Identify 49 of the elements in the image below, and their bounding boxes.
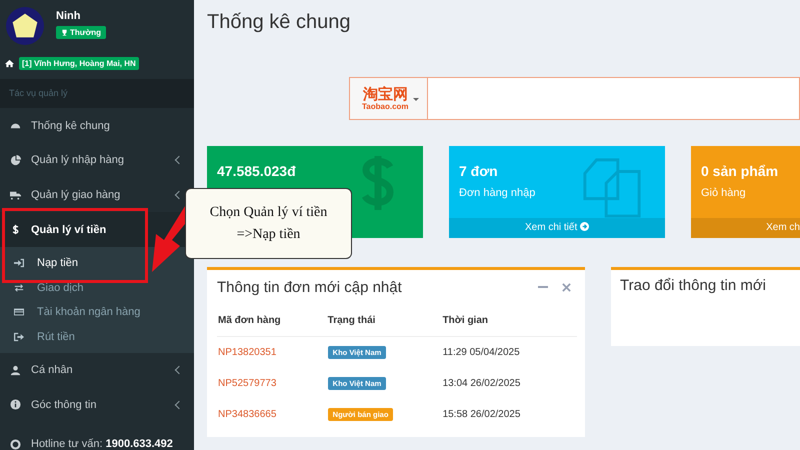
- table-cell-text: 15:58 26/02/2025: [442, 408, 522, 422]
- order-link[interactable]: NP13820351: [218, 347, 276, 358]
- signout-icon: [14, 332, 24, 342]
- avatar-icon: [6, 7, 44, 45]
- card-icon: [14, 307, 24, 318]
- column-header: Mã đơn hàng: [217, 304, 327, 336]
- stat-label: Đơn hàng nhập: [459, 187, 536, 199]
- stat-value: 7 đơn: [459, 163, 499, 179]
- truck-icon: [10, 189, 21, 200]
- panel-title: Trao đổi thông tin mới: [620, 277, 766, 294]
- order-link[interactable]: NP52579773: [218, 378, 276, 389]
- sidebar-item[interactable]: Thống kê chung: [0, 108, 194, 144]
- column-header: Trạng thái: [326, 304, 442, 336]
- callout-text: Chọn Quản lý ví tiền: [210, 204, 328, 220]
- order-link[interactable]: NP34836665: [218, 409, 276, 420]
- signin-icon: [14, 258, 24, 268]
- address-badge: [1] Vĩnh Hưng, Hoàng Mai, HN: [19, 57, 139, 70]
- details-link[interactable]: Xem chi tiết: [449, 218, 665, 238]
- submenu-item[interactable]: Tài khoản ngân hàng: [0, 300, 194, 324]
- user-name: Ninh: [56, 10, 82, 22]
- close-icon: [562, 282, 571, 292]
- sidebar-item[interactable]: Cá nhân: [0, 352, 194, 388]
- home-icon: [5, 59, 14, 68]
- pie-icon: [10, 154, 21, 166]
- sidebar-item[interactable]: Quản lý giao hàng: [0, 178, 194, 212]
- lifebuoy-icon: [10, 438, 21, 450]
- hotline-text: Hotline tư vấn: 1900.633.492: [31, 438, 173, 450]
- submenu-item[interactable]: Giao dịch: [0, 275, 194, 300]
- column-header: Thời gian: [442, 304, 577, 336]
- sidebar-item[interactable]: Quản lý nhập hàng: [0, 143, 194, 178]
- page-title: Thống kê chung: [207, 10, 352, 35]
- dollar-icon: [10, 224, 21, 236]
- callout-text: =>Nạp tiền: [236, 226, 300, 242]
- sidebar-item[interactable]: Góc thông tin: [0, 387, 194, 422]
- user-icon: [10, 364, 21, 376]
- stat-label: Giỏ hàng: [701, 187, 747, 199]
- panel-title: Thông tin đơn mới cập nhật: [217, 278, 403, 296]
- rank-badge: Thường: [56, 26, 106, 39]
- table-cell-text: 13:04 26/02/2025: [442, 377, 522, 391]
- files-icon: [581, 156, 643, 218]
- section-header: Tác vụ quản lý: [0, 79, 194, 108]
- submenu-item[interactable]: Rút tiền: [0, 324, 194, 349]
- exchange-icon: [14, 282, 24, 293]
- arrow-circle-icon: [580, 222, 590, 231]
- stat-value: 0 sản phẩm: [701, 163, 780, 179]
- details-link[interactable]: Xem ch: [691, 218, 800, 238]
- table-cell: 11:29 05/04/2025: [442, 336, 577, 368]
- info-icon: [10, 399, 21, 410]
- stat-value: 47.585.023đ: [217, 163, 297, 179]
